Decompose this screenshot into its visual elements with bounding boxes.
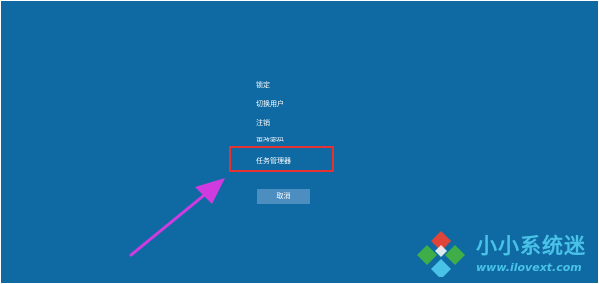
watermark-logo-icon [417,231,465,277]
watermark: 小小系统迷 www.ilovext.com [411,223,598,281]
watermark-title: 小小系统迷 [476,234,586,258]
watermark-url: www.ilovext.com [476,261,582,274]
security-options-screen: 锁定 切换用户 注销 更改密码 任务管理器 取消 小小系统迷 www.ilove… [1,1,598,283]
